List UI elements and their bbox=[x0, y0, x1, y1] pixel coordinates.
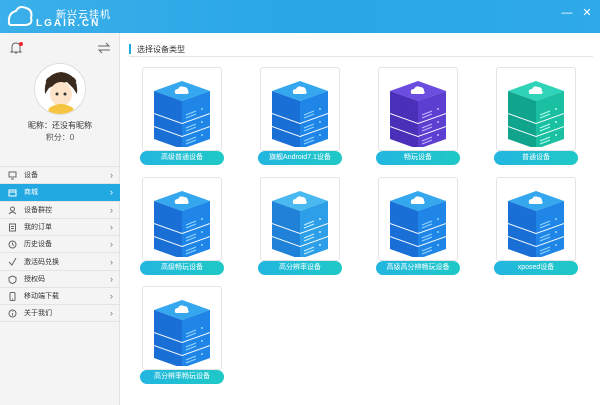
chevron-right-icon: › bbox=[110, 239, 113, 250]
device-type-button[interactable]: xposed设备 bbox=[494, 261, 578, 275]
device-card[interactable]: 普通设备 bbox=[494, 67, 578, 165]
notification-dot bbox=[19, 42, 23, 46]
avatar[interactable] bbox=[34, 63, 86, 115]
sidebar-item-label: 我的订单 bbox=[24, 224, 52, 232]
device-card[interactable]: 畅玩设备 bbox=[376, 67, 460, 165]
chevron-right-icon: › bbox=[110, 291, 113, 302]
device-card[interactable]: 高级高分辨畅玩设备 bbox=[376, 177, 460, 275]
device-type-button[interactable]: 高分辨率畅玩设备 bbox=[140, 370, 224, 384]
sidebar-item-label: 移动端下载 bbox=[24, 293, 59, 301]
server-icon bbox=[272, 191, 328, 257]
device-type-button[interactable]: 高级普通设备 bbox=[140, 151, 224, 165]
sidebar-item-orders[interactable]: 我的订单 › bbox=[0, 217, 120, 235]
chevron-right-icon: › bbox=[110, 187, 113, 198]
close-icon[interactable]: ✕ bbox=[580, 6, 594, 20]
sidebar-item-label: 设备 bbox=[24, 172, 38, 180]
device-type-button[interactable]: 普通设备 bbox=[494, 151, 578, 165]
history-icon bbox=[8, 240, 17, 249]
sidebar-item-about[interactable]: 关于我们 › bbox=[0, 304, 120, 322]
user-nickname: 昵称：还没有昵称 bbox=[28, 121, 92, 130]
switch-account-icon[interactable] bbox=[97, 42, 111, 54]
redeem-icon bbox=[8, 258, 17, 267]
sidebar-item-auth-code[interactable]: 授权码 › bbox=[0, 269, 120, 287]
device-type-button[interactable]: 旗舰Android7.1设备 bbox=[258, 151, 342, 165]
chevron-right-icon: › bbox=[110, 308, 113, 319]
title-bar: 新兴云挂机 LGAIR.CN — ✕ bbox=[0, 0, 600, 33]
server-icon bbox=[154, 81, 210, 147]
auth-code-icon bbox=[8, 275, 17, 284]
server-icon bbox=[508, 81, 564, 147]
sidebar-item-label: 关于我们 bbox=[24, 310, 52, 318]
sidebar-item-label: 历史设备 bbox=[24, 241, 52, 249]
sidebar-item-redeem[interactable]: 激活码兑换 › bbox=[0, 252, 120, 269]
server-icon bbox=[390, 81, 446, 147]
user-points: 积分：0 bbox=[45, 133, 75, 142]
sidebar-item-mobile-download[interactable]: 移动端下载 › bbox=[0, 287, 120, 304]
avatar-image bbox=[35, 64, 85, 114]
sidebar-item-group-control[interactable]: 设备群控 › bbox=[0, 200, 120, 218]
device-type-button[interactable]: 高级高分辨畅玩设备 bbox=[376, 261, 460, 275]
sidebar-item-label: 激活码兑换 bbox=[24, 258, 59, 266]
chevron-right-icon: › bbox=[110, 222, 113, 233]
sidebar: 昵称：还没有昵称 积分：0 设备 › 商城 › 设备群控 › 我的订单 › 历史… bbox=[0, 33, 120, 405]
app-logo-icon bbox=[7, 6, 33, 26]
chevron-right-icon: › bbox=[110, 256, 113, 267]
mobile-download-icon bbox=[9, 292, 16, 302]
order-icon bbox=[9, 223, 16, 232]
device-type-button[interactable]: 畅玩设备 bbox=[376, 151, 460, 165]
sidebar-menu: 设备 › 商城 › 设备群控 › 我的订单 › 历史设备 › 激活码兑换 › 授… bbox=[0, 166, 120, 322]
sidebar-item-label: 设备群控 bbox=[24, 206, 52, 214]
device-type-button[interactable]: 高级畅玩设备 bbox=[140, 261, 224, 275]
device-card[interactable]: xposed设备 bbox=[494, 177, 578, 275]
device-card[interactable]: 高分辨率畅玩设备 bbox=[140, 286, 224, 384]
device-type-button[interactable]: 高分辨率设备 bbox=[258, 261, 342, 275]
section-title: 选择设备类型 bbox=[137, 45, 185, 54]
server-icon bbox=[154, 191, 210, 257]
section-accent-bar bbox=[129, 44, 131, 54]
server-icon bbox=[390, 191, 446, 257]
device-icon bbox=[8, 171, 17, 180]
sidebar-item-history[interactable]: 历史设备 › bbox=[0, 235, 120, 252]
minimize-icon[interactable]: — bbox=[560, 6, 574, 20]
server-icon bbox=[154, 300, 210, 366]
sidebar-item-label: 商城 bbox=[24, 189, 38, 197]
about-icon bbox=[8, 309, 17, 318]
sidebar-item-device[interactable]: 设备 › bbox=[0, 166, 120, 183]
chevron-right-icon: › bbox=[110, 273, 113, 284]
server-icon bbox=[508, 191, 564, 257]
sidebar-item-label: 授权码 bbox=[24, 275, 45, 283]
chevron-right-icon: › bbox=[110, 204, 113, 215]
sidebar-item-store[interactable]: 商城 › bbox=[0, 183, 120, 201]
store-icon bbox=[8, 189, 17, 197]
section-header: 选择设备类型 bbox=[129, 43, 593, 57]
main-content: 选择设备类型 高级普通设备 旗舰Android7.1设备 畅玩设备 普通设备 高… bbox=[121, 33, 600, 405]
device-card[interactable]: 高分辨率设备 bbox=[258, 177, 342, 275]
device-card[interactable]: 高级畅玩设备 bbox=[140, 177, 224, 275]
device-card[interactable]: 高级普通设备 bbox=[140, 67, 224, 165]
group-control-icon bbox=[8, 206, 17, 214]
server-icon bbox=[272, 81, 328, 147]
app-subtitle: LGAIR.CN bbox=[36, 18, 101, 29]
chevron-right-icon: › bbox=[110, 170, 113, 181]
device-card[interactable]: 旗舰Android7.1设备 bbox=[258, 67, 342, 165]
